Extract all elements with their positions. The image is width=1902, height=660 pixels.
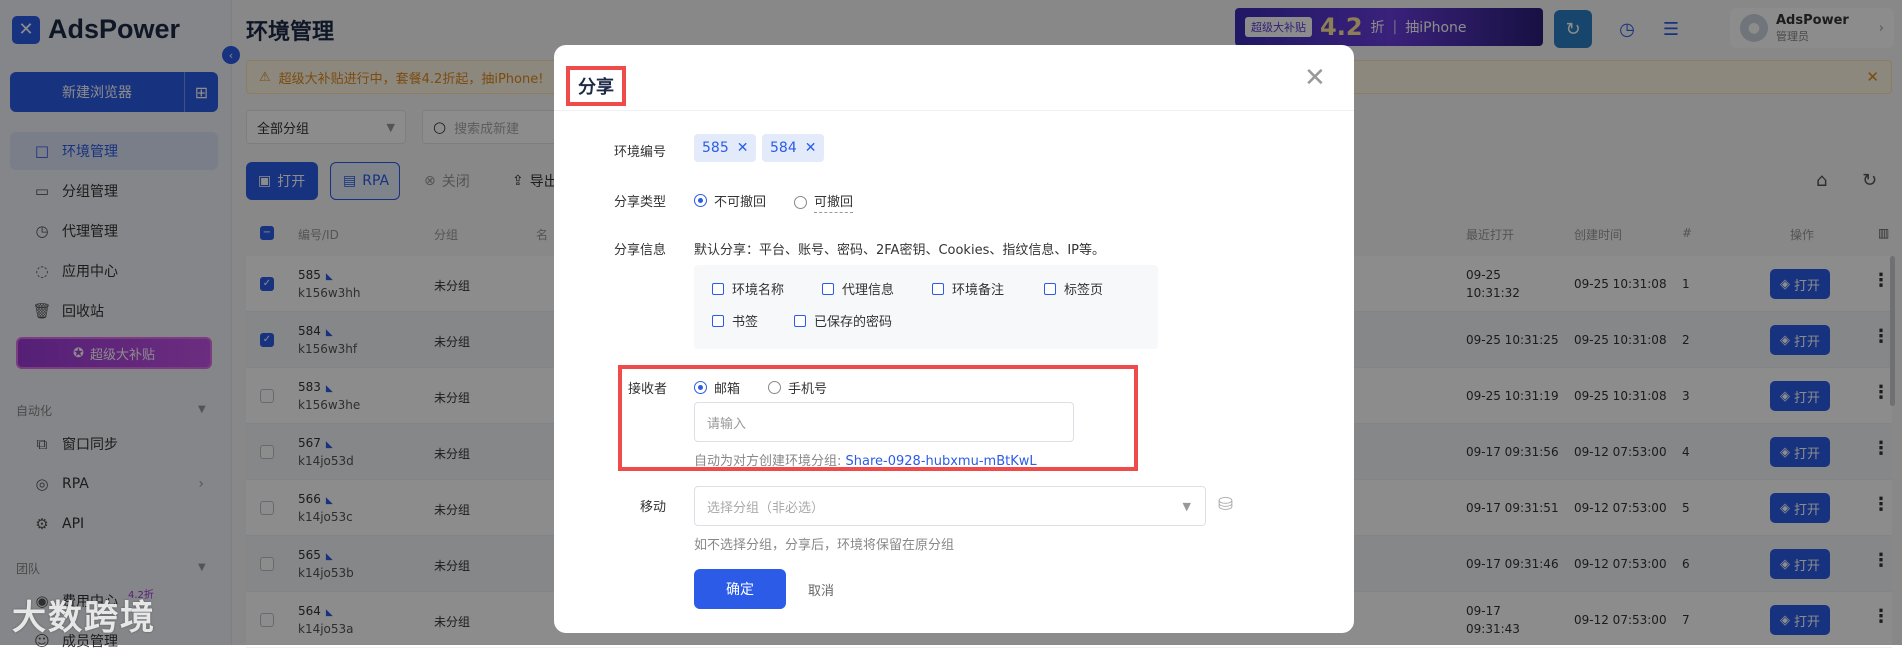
- share-type-irrevocable-radio[interactable]: 不可撤回: [694, 191, 766, 210]
- receiver-placeholder: 请输入: [707, 416, 747, 432]
- checkbox-icon: [712, 282, 724, 295]
- share-info-text: 默认分享：平台、账号、密码、2FA密钥、Cookies、指纹信息、IP等。: [694, 243, 1106, 258]
- receiver-input[interactable]: 请输入: [694, 402, 1074, 442]
- radio-label: 邮箱: [714, 382, 741, 397]
- share-type-label: 分享类型: [614, 195, 667, 210]
- env-chip-text: 585: [702, 140, 729, 156]
- radio-selected-icon: [694, 381, 707, 394]
- auto-group-name: Share-0928-hubxmu-mBtKwL: [845, 454, 1037, 469]
- env-chip: 584 ✕: [762, 134, 825, 162]
- option-label: 书签: [732, 315, 759, 330]
- group-stack-icon[interactable]: ⛁: [1218, 494, 1233, 515]
- radio-unselected-icon: [794, 195, 807, 209]
- move-placeholder: 选择分组（非必选）: [707, 500, 825, 516]
- move-hint: 如不选择分组，分享后，环境将保留在原分组: [694, 538, 955, 553]
- checkbox-icon: [932, 282, 944, 295]
- option-label: 代理信息: [842, 283, 895, 298]
- option-notes-checkbox[interactable]: 环境备注: [932, 279, 1004, 298]
- remove-chip-icon[interactable]: ✕: [737, 140, 749, 156]
- option-proxy-checkbox[interactable]: 代理信息: [822, 279, 894, 298]
- receiver-email-radio[interactable]: 邮箱: [694, 378, 740, 397]
- option-label: 标签页: [1064, 283, 1104, 298]
- auto-group-hint-text: 自动为对方创建环境分组:: [694, 454, 842, 469]
- receiver-label: 接收者: [628, 382, 668, 397]
- share-info-label: 分享信息: [614, 243, 667, 258]
- move-group-select[interactable]: 选择分组（非必选） ▼: [694, 486, 1206, 526]
- env-id-label: 环境编号: [614, 145, 667, 160]
- confirm-button[interactable]: 确定: [694, 569, 786, 609]
- radio-label: 手机号: [788, 382, 828, 397]
- checkbox-icon: [794, 314, 806, 327]
- receiver-phone-radio[interactable]: 手机号: [768, 378, 827, 397]
- share-type-revocable-radio[interactable]: 可撤回: [794, 191, 854, 213]
- radio-label: 不可撤回: [714, 195, 767, 210]
- option-passwords-checkbox[interactable]: 已保存的密码: [794, 311, 892, 330]
- checkbox-icon: [822, 282, 834, 295]
- modal-header: 分享 ✕: [554, 45, 1354, 111]
- checkbox-icon: [1044, 282, 1056, 295]
- env-chip-text: 584: [770, 140, 797, 156]
- radio-selected-icon: [694, 194, 707, 207]
- chevron-down-icon: ▼: [1182, 499, 1191, 513]
- modal-title: 分享: [566, 66, 626, 106]
- watermark: 大数跨境: [12, 598, 156, 638]
- option-env-name-checkbox[interactable]: 环境名称: [712, 279, 784, 298]
- auto-group-hint: 自动为对方创建环境分组: Share-0928-hubxmu-mBtKwL: [694, 450, 1037, 469]
- option-label: 环境备注: [952, 283, 1005, 298]
- radio-unselected-icon: [768, 381, 781, 394]
- cancel-button[interactable]: 取消: [808, 580, 834, 599]
- move-label: 移动: [640, 500, 667, 515]
- env-chip: 585 ✕: [694, 134, 757, 162]
- checkbox-icon: [712, 314, 724, 327]
- radio-label: 可撤回: [814, 191, 854, 213]
- close-icon[interactable]: ✕: [1304, 63, 1326, 93]
- option-label: 已保存的密码: [814, 315, 893, 330]
- remove-chip-icon[interactable]: ✕: [805, 140, 817, 156]
- share-dialog: 分享 ✕ 环境编号 585 ✕ 584 ✕ 分享类型 不可撤回 可撤回 分享信息…: [554, 45, 1354, 633]
- option-tabs-checkbox[interactable]: 标签页: [1044, 279, 1103, 298]
- option-label: 环境名称: [732, 283, 785, 298]
- option-bookmarks-checkbox[interactable]: 书签: [712, 311, 758, 330]
- share-options-panel: 环境名称 代理信息 环境备注 标签页 书签 已保存的密码: [694, 265, 1158, 349]
